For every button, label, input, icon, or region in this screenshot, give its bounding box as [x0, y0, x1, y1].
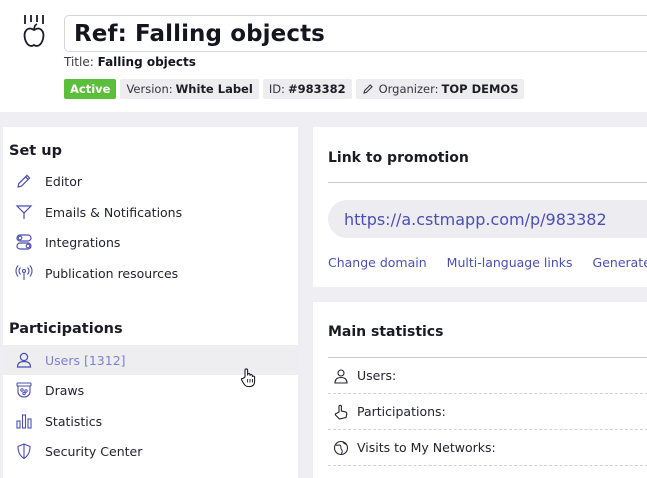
id-label: ID:: [268, 82, 285, 96]
stat-label: Participations:: [357, 404, 446, 419]
broadcast-icon: [13, 262, 35, 284]
promotion-url[interactable]: https://a.cstmapp.com/p/983382: [328, 200, 647, 238]
sidebar-item-editor[interactable]: Editor: [3, 166, 298, 196]
organizer-label: Organizer:: [378, 82, 439, 96]
main-statistics-panel: Main statistics Users: Participations: V…: [313, 302, 647, 478]
shield-icon: [13, 440, 35, 462]
falling-apple-icon: [23, 15, 45, 47]
main-statistics-title: Main statistics: [328, 324, 444, 340]
stat-row-users: Users:: [328, 358, 647, 394]
version-value: White Label: [175, 82, 253, 96]
status-badge: Active: [64, 79, 117, 99]
sidebar-item-integrations[interactable]: Integrations: [3, 227, 298, 257]
subtitle-value: Falling objects: [97, 55, 196, 69]
sidebar-item-label: Draws: [45, 382, 85, 398]
user-icon: [13, 349, 35, 371]
version-label: Version:: [126, 82, 173, 96]
sidebar: Set up Editor Emails & Notifications Int…: [3, 127, 298, 478]
promotion-link-title: Link to promotion: [328, 150, 469, 166]
promotion-subtitle: Title: Falling objects: [64, 55, 196, 69]
stat-label: Users:: [357, 368, 397, 383]
organizer-badge[interactable]: Organizer: TOP DEMOS: [355, 79, 525, 99]
promotion-title-input[interactable]: Ref: Falling objects: [64, 15, 647, 52]
generate-qr-link[interactable]: Generate QR: [593, 255, 647, 270]
multi-language-links-link[interactable]: Multi-language links: [447, 255, 573, 270]
sidebar-item-publication-resources[interactable]: Publication resources: [3, 258, 298, 288]
sidebar-item-label: Publication resources: [45, 265, 179, 281]
change-domain-link[interactable]: Change domain: [328, 255, 427, 270]
bar-chart-icon: [13, 410, 35, 432]
sidebar-item-emails[interactable]: Emails & Notifications: [3, 197, 298, 227]
sidebar-item-label: Users [1312]: [45, 352, 126, 368]
subtitle-label: Title:: [64, 55, 94, 69]
draw-drum-icon: [13, 379, 35, 401]
divider: [328, 182, 647, 183]
organizer-value: TOP DEMOS: [441, 82, 519, 96]
sidebar-item-label: Integrations: [45, 234, 121, 250]
version-badge: Version: White Label: [120, 79, 259, 99]
stat-row-visits: Visits to My Networks:: [328, 430, 647, 466]
stat-label: Visits to My Networks:: [357, 440, 496, 455]
sidebar-item-label: Emails & Notifications: [45, 204, 183, 220]
content-area: Set up Editor Emails & Notifications Int…: [0, 112, 647, 478]
stat-row-participations: Participations:: [328, 394, 647, 430]
sidebar-item-label: Editor: [45, 173, 82, 189]
sidebar-item-statistics[interactable]: Statistics: [3, 406, 298, 436]
sidebar-item-label: Security Center: [45, 443, 143, 459]
toggles-icon: [13, 231, 35, 253]
pencil-icon: [13, 170, 35, 192]
setup-section-title: Set up: [9, 143, 62, 159]
sidebar-item-security-center[interactable]: Security Center: [3, 436, 298, 466]
hand-pointer-icon: [332, 403, 350, 421]
hand-cursor-icon: [240, 368, 256, 388]
promotion-link-panel: Link to promotion https://a.cstmapp.com/…: [313, 127, 647, 287]
id-badge: ID: #983382: [262, 79, 352, 99]
globe-icon: [332, 439, 350, 457]
promotion-header: Ref: Falling objects Title: Falling obje…: [0, 0, 647, 112]
badge-row: Active Version: White Label ID: #983382 …: [64, 79, 525, 99]
sidebar-item-label: Statistics: [45, 413, 103, 429]
paper-plane-icon: [13, 201, 35, 223]
user-icon: [332, 367, 350, 385]
participations-section-title: Participations: [9, 321, 123, 337]
id-value: #983382: [287, 82, 346, 96]
pencil-icon: [362, 84, 373, 94]
promotion-links: Change domain Multi-language links Gener…: [328, 255, 647, 270]
